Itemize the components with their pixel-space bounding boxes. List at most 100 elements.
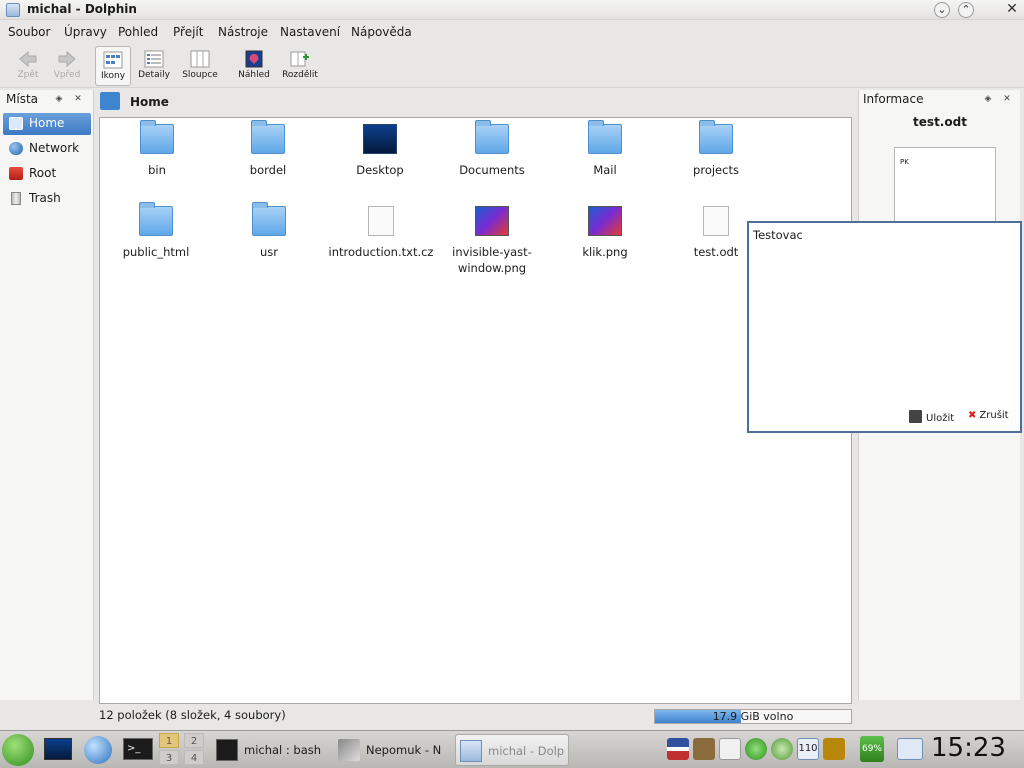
menu-tools[interactable]: Nástroje: [218, 25, 268, 39]
menu-help[interactable]: Nápověda: [351, 25, 412, 39]
task-label: Nepomuk - N: [366, 743, 442, 757]
file-view[interactable]: bin bordel Desktop Documents Mail projec…: [99, 117, 852, 704]
show-desktop-icon[interactable]: [44, 738, 72, 760]
file-item[interactable]: Documents: [438, 120, 546, 178]
place-home[interactable]: Home: [3, 113, 91, 135]
preview-button[interactable]: Náhled: [236, 46, 272, 86]
task-dolphin[interactable]: michal - Dolp: [455, 734, 569, 766]
columns-view-icon: [190, 50, 210, 68]
battery-indicator[interactable]: 69%: [860, 736, 884, 762]
free-space-bar: 17.9 GiB volno: [654, 709, 852, 724]
arrow-left-icon: [19, 50, 37, 68]
home-icon[interactable]: [100, 92, 120, 110]
desktop-3[interactable]: 3: [159, 750, 179, 765]
columns-view-button[interactable]: Sloupce: [180, 46, 220, 86]
place-trash[interactable]: Trash: [3, 188, 91, 210]
place-root[interactable]: Root: [3, 163, 91, 185]
close-icon[interactable]: ✕: [1004, 2, 1020, 18]
back-button[interactable]: Zpět: [10, 46, 46, 86]
forward-label: Vpřed: [53, 70, 81, 80]
desktop-4[interactable]: 4: [184, 750, 204, 765]
file-item[interactable]: bin: [103, 120, 211, 178]
desktop-folder-icon: [363, 124, 397, 154]
tools-icon: [338, 739, 360, 761]
image-file-icon: [588, 206, 622, 236]
file-item[interactable]: bordel: [214, 120, 322, 178]
save-label: Uložit: [926, 413, 955, 424]
comment-popup[interactable]: Testovac Uložit ✖ Zrušit: [747, 221, 1022, 433]
minimize-icon[interactable]: ⌄: [934, 2, 950, 18]
file-item[interactable]: Desktop: [326, 124, 434, 178]
cancel-button[interactable]: ✖ Zrušit: [968, 410, 1009, 421]
clipboard-icon[interactable]: [693, 738, 715, 760]
file-item[interactable]: Mail: [551, 120, 659, 178]
file-item[interactable]: usr: [215, 202, 323, 260]
split-view-icon: [290, 51, 309, 67]
file-item[interactable]: invisible-yast-window.png: [438, 206, 546, 276]
info-panel-title: Informace: [863, 92, 924, 106]
folder-icon: [699, 120, 733, 154]
file-name: Mail: [593, 163, 617, 177]
clock[interactable]: 15:23: [931, 733, 1006, 763]
updates-count-badge[interactable]: 110: [797, 738, 819, 760]
detach-icon[interactable]: ◈: [54, 94, 64, 104]
folder-icon: [588, 120, 622, 154]
folder-icon: [252, 202, 286, 236]
root-folder-icon: [9, 167, 23, 180]
menu-bar: Soubor Úpravy Pohled Přejít Nástroje Nas…: [0, 22, 1024, 42]
menu-file[interactable]: Soubor: [8, 25, 50, 39]
maximize-icon[interactable]: ⌃: [958, 2, 974, 18]
file-item[interactable]: projects: [662, 120, 770, 178]
file-name: public_html: [122, 245, 190, 259]
file-name: klik.png: [582, 245, 628, 259]
dolphin-app-icon[interactable]: [6, 3, 20, 17]
update-manager-icon[interactable]: [745, 738, 767, 760]
breadcrumb-home[interactable]: Home: [130, 95, 169, 109]
task-nepomuk[interactable]: Nepomuk - N: [334, 734, 446, 766]
menu-edit[interactable]: Úpravy: [64, 25, 107, 39]
back-label: Zpět: [17, 70, 39, 80]
network-manager-icon[interactable]: [771, 738, 793, 760]
comment-text[interactable]: Testovac: [753, 228, 803, 242]
save-button[interactable]: Uložit: [909, 410, 954, 424]
desktop-1[interactable]: 1: [159, 733, 179, 748]
menu-go[interactable]: Přejít: [173, 25, 203, 39]
notes-icon[interactable]: [719, 738, 741, 760]
menu-view[interactable]: Pohled: [118, 25, 158, 39]
place-home-label: Home: [29, 116, 65, 130]
file-name: bordel: [249, 163, 287, 177]
display-icon[interactable]: [897, 738, 923, 760]
arrow-right-icon: [58, 50, 76, 68]
taskbar: >_ 1 2 3 4 michal : bash Nepomuk - N mic…: [0, 730, 1024, 768]
file-item[interactable]: klik.png: [551, 206, 659, 260]
title-bar: michal - Dolphin ⌄ ⌃ ✕: [0, 0, 1024, 20]
cancel-x-icon: ✖: [968, 410, 977, 421]
details-view-button[interactable]: Detaily: [136, 46, 172, 86]
browser-icon[interactable]: [84, 736, 112, 764]
icons-view-button[interactable]: Ikony: [95, 46, 131, 86]
kickoff-menu-icon[interactable]: [2, 734, 34, 766]
wallet-icon[interactable]: [823, 738, 845, 760]
file-item[interactable]: introduction.txt.cz: [327, 206, 435, 260]
preview-text: PK: [900, 158, 909, 166]
split-button[interactable]: Rozdělit: [280, 46, 320, 86]
place-network[interactable]: Network: [3, 138, 91, 160]
task-terminal[interactable]: michal : bash: [212, 734, 332, 766]
forward-button[interactable]: Vpřed: [49, 46, 85, 86]
close-panel-icon[interactable]: ✕: [1002, 94, 1012, 104]
preview-icon: [245, 50, 263, 68]
icons-view-label: Ikony: [100, 71, 126, 81]
menu-settings[interactable]: Nastavení: [280, 25, 340, 39]
task-label: michal : bash: [244, 743, 322, 757]
web-folder-icon: [139, 202, 173, 236]
window-title: michal - Dolphin: [27, 2, 137, 16]
desktop-2[interactable]: 2: [184, 733, 204, 748]
text-file-icon: [368, 206, 394, 236]
close-panel-icon[interactable]: ✕: [73, 94, 83, 104]
terminal-icon[interactable]: >_: [123, 738, 153, 760]
detach-icon[interactable]: ◈: [983, 94, 993, 104]
file-name: Documents: [459, 163, 525, 177]
file-name: usr: [259, 245, 278, 259]
keyboard-layout-flag-icon[interactable]: [667, 738, 689, 760]
file-item[interactable]: public_html: [102, 202, 210, 260]
